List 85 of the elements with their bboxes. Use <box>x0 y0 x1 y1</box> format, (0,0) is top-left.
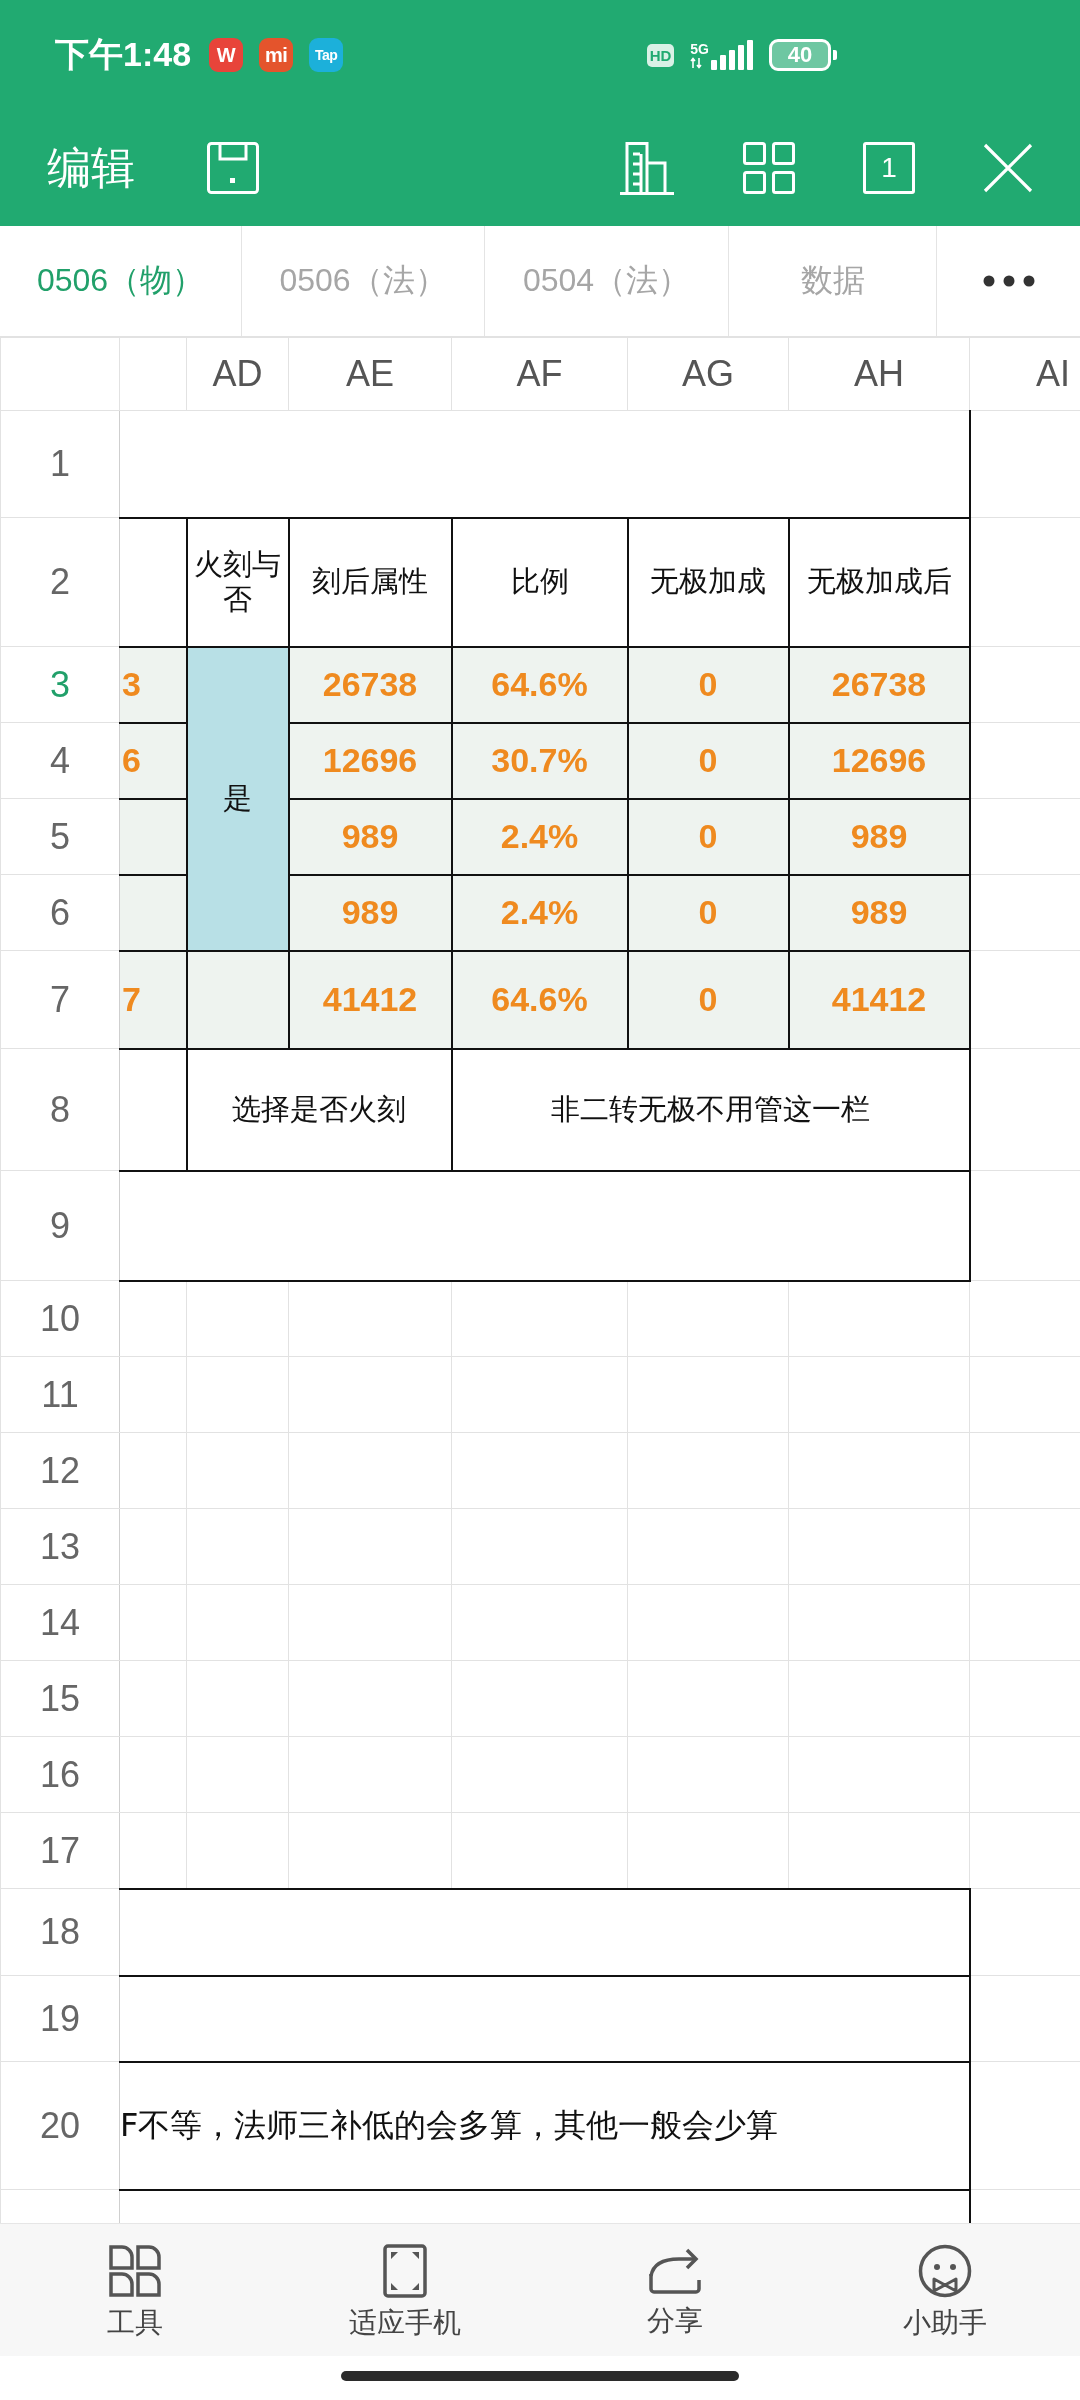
table-cell: 2.4% <box>451 874 628 951</box>
bottom-nav-button[interactable]: 工具 <box>0 2224 270 2356</box>
network-type: 5G <box>690 41 709 57</box>
close-icon[interactable] <box>983 143 1033 193</box>
table-cell: 30.7% <box>451 722 628 799</box>
bottom-nav-label: 适应手机 <box>349 2305 461 2341</box>
row-header: 4 <box>0 722 120 799</box>
hd-indicator: HD <box>646 43 675 67</box>
table-cell: 比例 <box>451 517 628 647</box>
row-header: 15 <box>0 1660 120 1737</box>
table-cell: 6 <box>119 722 187 799</box>
column-header: AI <box>969 337 1080 411</box>
bottom-nav-label: 工具 <box>107 2305 163 2341</box>
table-cell: 选择是否火刻 <box>186 1048 452 1171</box>
table-cell: 12696 <box>288 722 452 799</box>
table-cell: 0 <box>627 950 789 1049</box>
table-cell: 0 <box>627 646 789 723</box>
table-cell: 989 <box>288 874 452 951</box>
table-cell: F不等，法师三补低的会多算，其他一般会少算 <box>119 2061 970 2190</box>
table-cell: 989 <box>788 874 970 951</box>
table-cell: 刻后属性 <box>288 517 452 647</box>
table-cell: 3 <box>119 646 187 723</box>
bottom-nav-label: 小助手 <box>903 2305 987 2341</box>
row-header: 18 <box>0 1888 120 1976</box>
column-header: AD <box>186 337 289 411</box>
row-header: 1 <box>0 410 120 518</box>
battery-level: 40 <box>769 39 831 71</box>
table-cell: 无极加成后 <box>788 517 970 647</box>
notification-icon: Tap <box>309 38 344 72</box>
table-cell: 0 <box>627 798 789 875</box>
face-icon <box>918 2244 972 2298</box>
table-cell: 26738 <box>788 646 970 723</box>
toolbar-title: 编辑 <box>47 140 135 195</box>
bottom-nav-button[interactable]: 适应手机 <box>270 2224 540 2356</box>
row-header: 10 <box>0 1280 120 1357</box>
building-icon[interactable] <box>619 141 675 195</box>
table-cell: 41412 <box>788 950 970 1049</box>
bottom-nav-label: 分享 <box>647 2303 703 2339</box>
column-header: AH <box>788 337 970 411</box>
row-header: 16 <box>0 1736 120 1813</box>
column-header: AF <box>451 337 628 411</box>
row-header: 11 <box>0 1356 120 1433</box>
bottom-nav-button[interactable]: 分享 <box>540 2224 810 2356</box>
column-header: AG <box>627 337 789 411</box>
table-cell: 非二转无极不用管这一栏 <box>451 1048 970 1171</box>
clock-time: 下午1:48 <box>55 34 192 75</box>
more-icon <box>982 275 1035 287</box>
table-cell: 41412 <box>288 950 452 1049</box>
notification-icon: W <box>209 38 244 72</box>
table-cell: 是 <box>186 646 289 951</box>
table-cell: 7 <box>119 950 187 1049</box>
row-header: 17 <box>0 1812 120 1889</box>
row-header: 19 <box>0 1975 120 2062</box>
table-cell: 火刻与否 <box>186 517 289 647</box>
row-header: 12 <box>0 1432 120 1509</box>
row-header: 6 <box>0 874 120 951</box>
data-arrows-icon <box>690 56 703 69</box>
grid-icon[interactable] <box>743 142 795 194</box>
table-cell: 26738 <box>288 646 452 723</box>
bottom-nav-button[interactable]: 小助手 <box>810 2224 1080 2356</box>
row-header: 2 <box>0 517 120 647</box>
table-cell: 2.4% <box>451 798 628 875</box>
row-header: 7 <box>0 950 120 1049</box>
save-icon[interactable] <box>207 142 259 194</box>
page-count-button[interactable]: 1 <box>863 142 915 194</box>
row-header: 8 <box>0 1048 120 1171</box>
notification-icon: mi <box>259 38 294 72</box>
signal-icon <box>711 40 755 70</box>
table-cell: 0 <box>627 722 789 799</box>
table-cell: 64.6% <box>451 646 628 723</box>
row-header: 3 <box>0 646 120 723</box>
column-header: AE <box>288 337 452 411</box>
tiles-icon <box>108 2244 162 2298</box>
table-cell: 989 <box>288 798 452 875</box>
row-header: 14 <box>0 1584 120 1661</box>
row-header: 20 <box>0 2061 120 2190</box>
table-cell: 12696 <box>788 722 970 799</box>
row-header: 9 <box>0 1170 120 1281</box>
row-header: 13 <box>0 1508 120 1585</box>
table-cell: 989 <box>788 798 970 875</box>
row-header: 5 <box>0 798 120 875</box>
table-cell: 无极加成 <box>627 517 789 647</box>
fit-screen-icon <box>383 2244 427 2298</box>
table-cell: 64.6% <box>451 950 628 1049</box>
table-cell: 0 <box>627 874 789 951</box>
